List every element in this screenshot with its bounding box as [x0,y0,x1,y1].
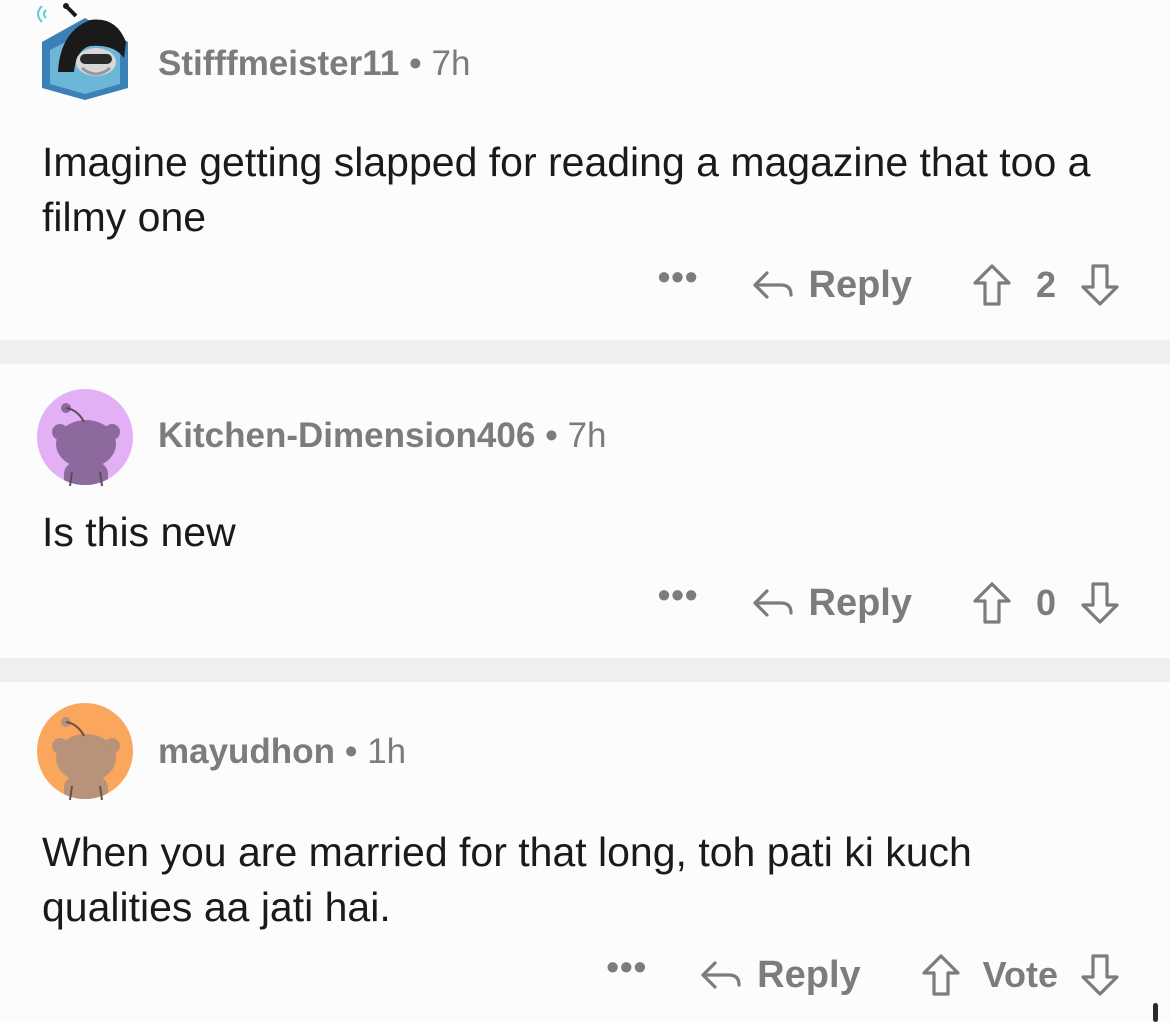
reply-label: Reply [808,263,912,306]
username-link[interactable]: Stifffmeister11 [158,44,399,83]
downvote-arrow-icon[interactable] [1080,263,1120,307]
comment-age: 7h [567,416,607,455]
reply-button[interactable]: Reply [751,264,912,307]
comment-actions: ••• Reply 2 [658,259,1120,310]
meta-separator: • [344,732,358,771]
username-link[interactable]: mayudhon [158,732,335,771]
vote-label: Vote [982,954,1058,995]
username-link[interactable]: Kitchen-Dimension406 [158,416,535,455]
vote-count: 0 [1035,582,1057,623]
comment-card: Stifffmeister11 • 7h Imagine getting slapp… [0,0,1170,340]
comment-actions: ••• Reply 0 [658,577,1120,628]
comment-meta: Kitchen-Dimension406 • 7h [158,416,607,456]
comment-body: Imagine getting slapped for reading a ma… [42,139,1091,240]
user-avatar-icon[interactable] [36,702,134,801]
reply-arrow-icon [752,271,793,299]
comment-actions: ••• Reply Vote [606,949,1120,1000]
comment-card: Kitchen-Dimension406 • 7h Is this new ••• … [0,364,1170,658]
downvote-arrow-icon[interactable] [1080,953,1120,997]
comment-body: When you are married for that long, toh … [42,829,972,930]
upvote-arrow-icon[interactable] [972,581,1012,625]
comment-card: mayudhon • 1h When you are married for tha… [0,682,1170,1022]
reply-button[interactable]: Reply [699,953,861,997]
upvote-arrow-icon[interactable] [972,263,1012,307]
meta-separator: • [409,44,422,83]
comment-age: 7h [431,44,471,83]
comment-divider [0,658,1170,682]
scroll-indicator[interactable] [1153,1003,1158,1022]
reply-arrow-icon [752,589,793,617]
reply-arrow-icon [701,961,741,989]
reply-label: Reply [757,953,861,996]
meta-separator: • [545,416,558,455]
comment-age: 1h [367,732,407,771]
user-avatar-icon[interactable] [36,388,134,487]
more-options-button[interactable]: ••• [606,949,647,985]
comment-meta: mayudhon • 1h [158,732,406,772]
more-options-button[interactable]: ••• [658,577,699,613]
vote-count: 2 [1035,264,1057,305]
user-avatar-icon[interactable] [36,2,134,100]
comment-meta: Stifffmeister11 • 7h [158,44,470,84]
comment-body: Is this new [42,509,236,555]
more-options-button[interactable]: ••• [658,259,699,295]
reply-button[interactable]: Reply [751,582,912,625]
reply-label: Reply [808,581,912,624]
upvote-arrow-icon[interactable] [921,953,961,997]
comment-divider [0,340,1170,364]
downvote-arrow-icon[interactable] [1080,581,1120,625]
